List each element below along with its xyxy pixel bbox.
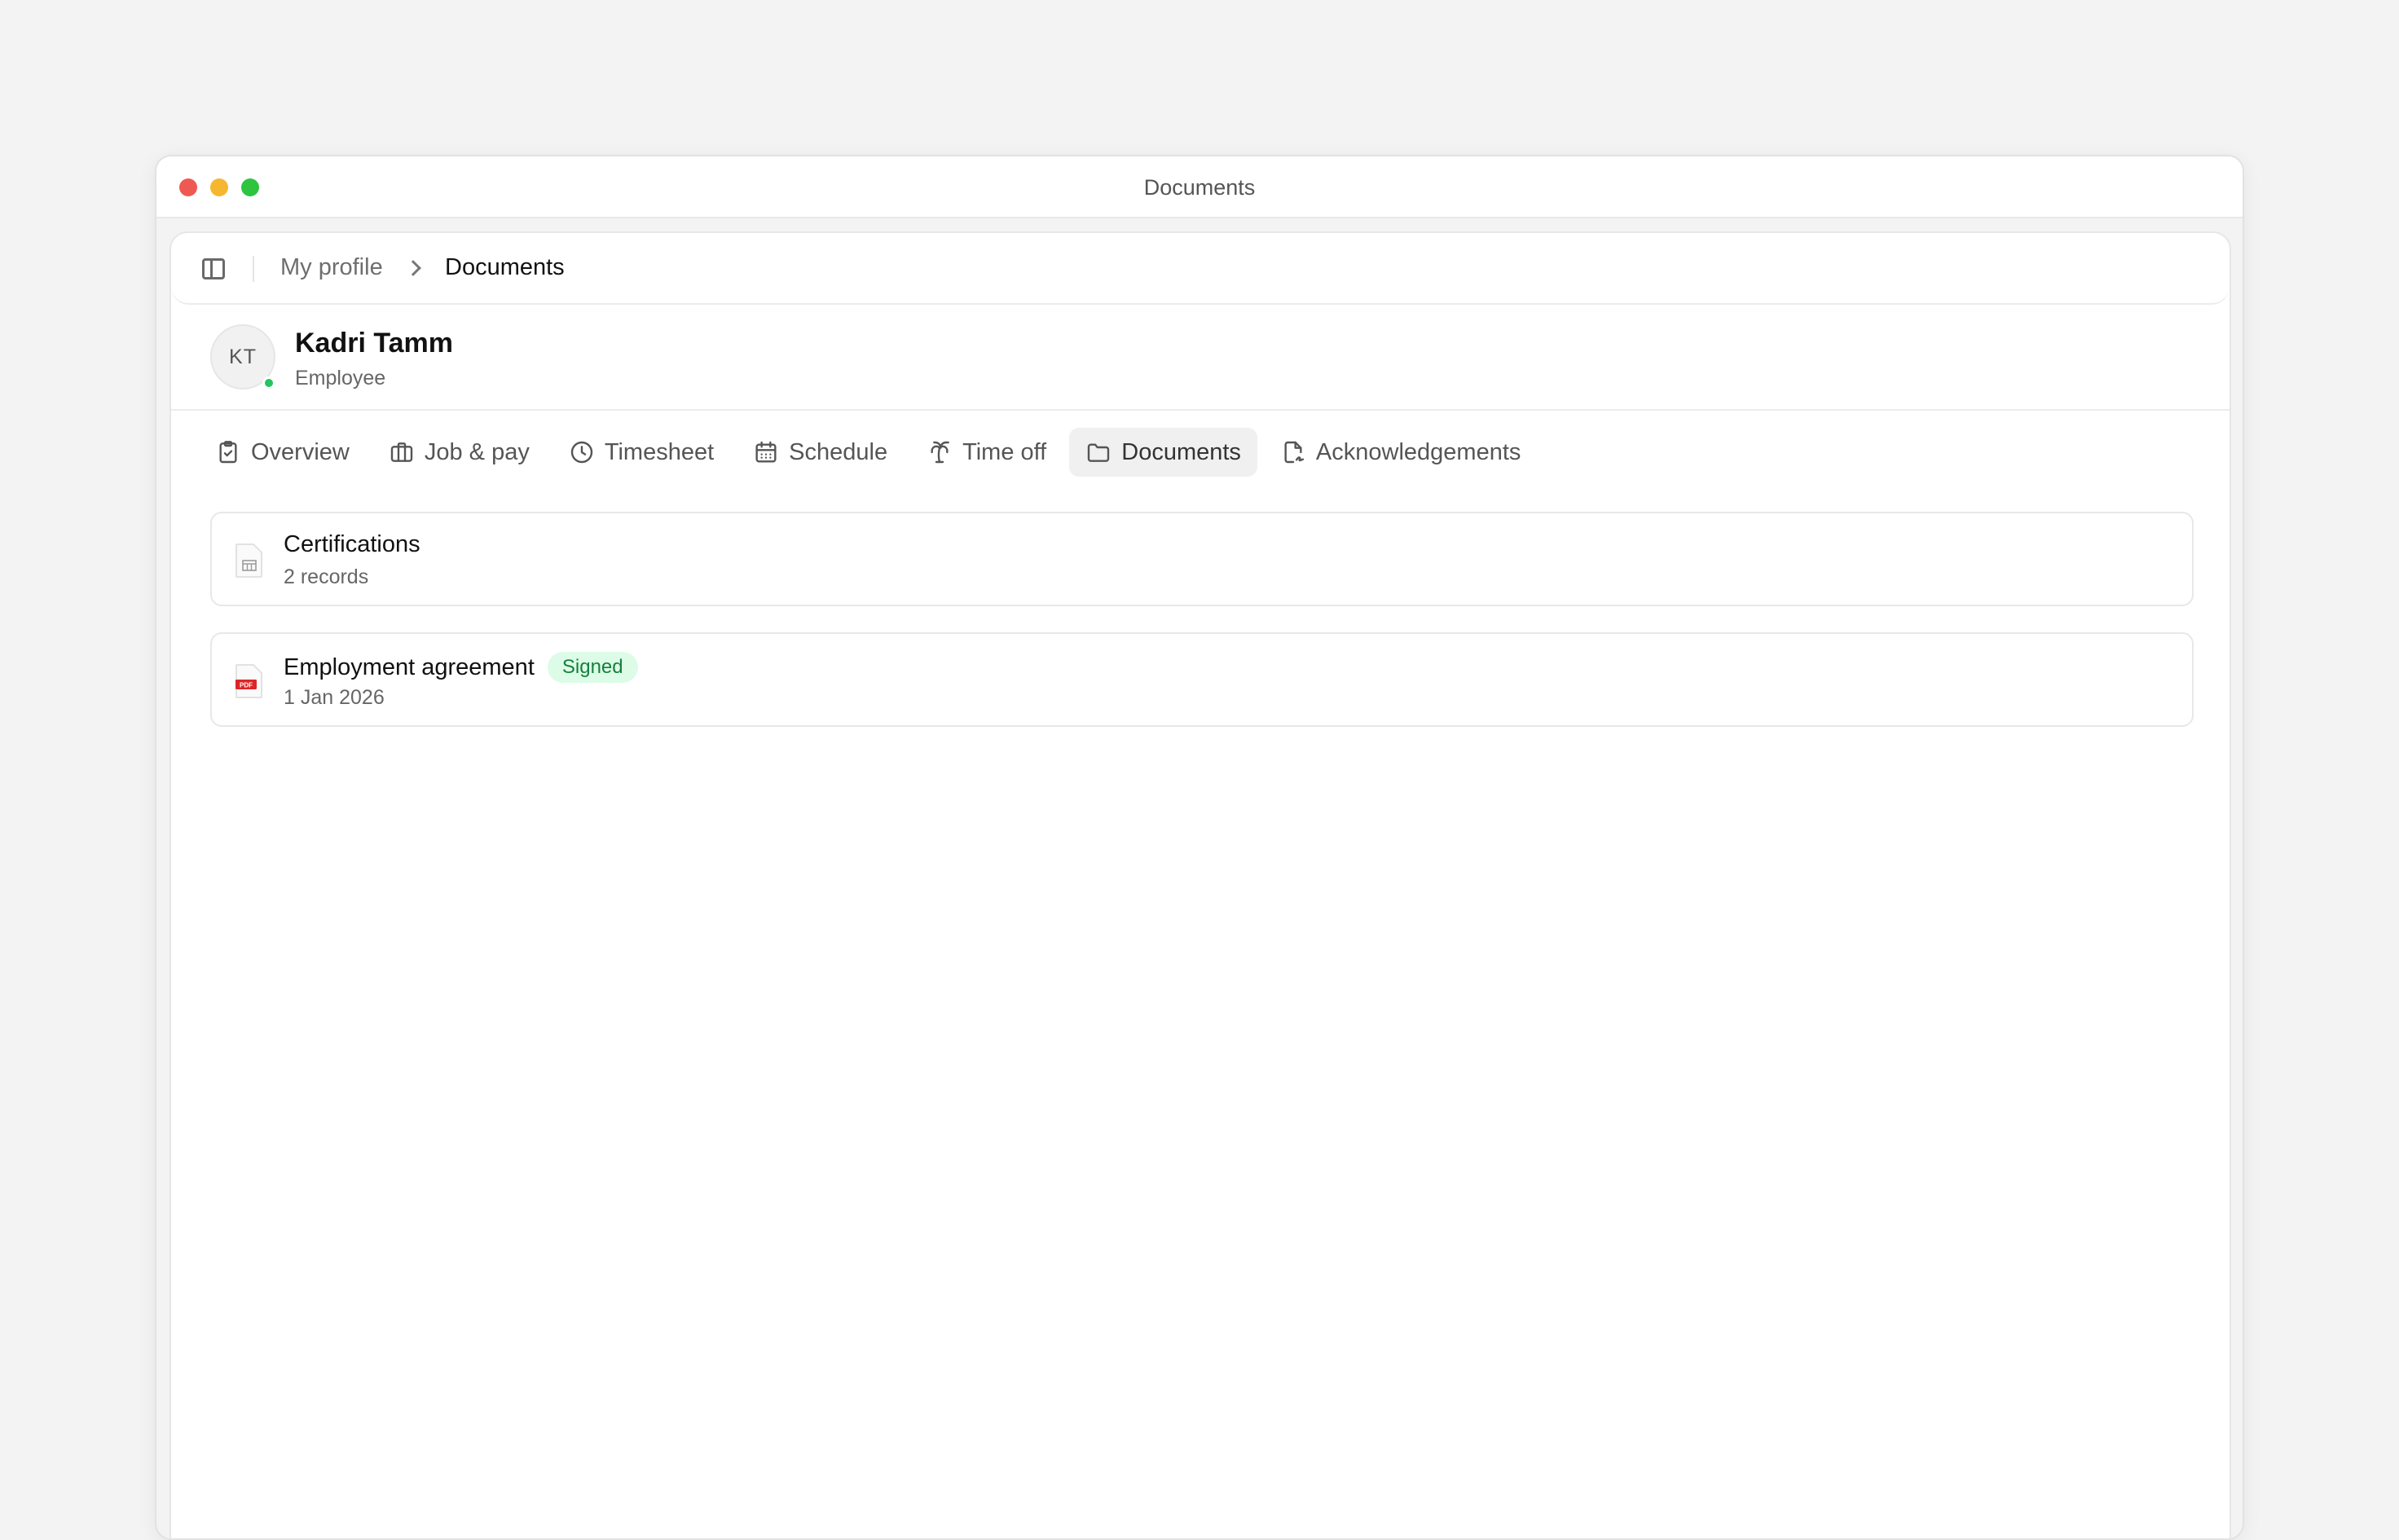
breadcrumb: My profile Documents bbox=[171, 233, 2230, 305]
tab-label: Overview bbox=[251, 438, 350, 465]
app-content: My profile Documents KT Kadri Tamm Emplo… bbox=[169, 231, 2231, 1538]
spreadsheet-file-icon bbox=[235, 543, 262, 578]
profile-name: Kadri Tamm bbox=[295, 328, 453, 359]
app-window: Documents My profile Documents KT Kadri … bbox=[155, 155, 2244, 1540]
folder-icon bbox=[1088, 443, 1110, 462]
window-title: Documents bbox=[1143, 175, 1256, 200]
document-title: Certifications bbox=[284, 531, 420, 558]
sidebar-toggle-icon[interactable] bbox=[202, 258, 225, 279]
clipboard-check-icon bbox=[219, 441, 237, 464]
briefcase-icon bbox=[390, 442, 413, 462]
document-item-certifications[interactable]: Certifications 2 records bbox=[210, 512, 2194, 606]
tab-job-and-pay[interactable]: Job & pay bbox=[372, 428, 546, 477]
clock-icon bbox=[570, 441, 593, 464]
tab-label: Job & pay bbox=[424, 438, 530, 465]
profile-role: Employee bbox=[295, 367, 386, 389]
tab-label: Timesheet bbox=[604, 438, 715, 465]
pdf-file-icon: PDF bbox=[235, 664, 262, 698]
document-subtitle: 2 records bbox=[284, 565, 369, 588]
document-title-text: Employment agreement bbox=[284, 653, 535, 680]
document-item-employment-agreement[interactable]: PDF Employment agreement Signed 1 Jan 20… bbox=[210, 632, 2194, 727]
breadcrumb-my-profile-link[interactable]: My profile bbox=[280, 254, 383, 281]
tab-label: Schedule bbox=[789, 438, 888, 465]
file-signature-icon bbox=[1284, 441, 1305, 464]
tab-time-off[interactable]: Time off bbox=[910, 428, 1063, 477]
calendar-icon bbox=[755, 441, 777, 463]
status-badge: Signed bbox=[547, 652, 638, 683]
pdf-file-label: PDF bbox=[240, 681, 253, 689]
tab-label: Acknowledgements bbox=[1315, 438, 1521, 465]
profile-tabs: Overview Job & pay Timesheet Schedule Ti… bbox=[199, 427, 1537, 477]
title-bar: Documents bbox=[156, 156, 2243, 218]
divider bbox=[253, 256, 254, 282]
document-title-text: Certifications bbox=[284, 531, 420, 557]
tab-acknowledgements[interactable]: Acknowledgements bbox=[1264, 428, 1537, 477]
tab-overview[interactable]: Overview bbox=[199, 428, 366, 477]
chevron-right-icon bbox=[405, 260, 421, 276]
tab-label: Time off bbox=[962, 438, 1047, 465]
online-status-indicator bbox=[262, 376, 275, 389]
document-title: Employment agreement Signed bbox=[284, 652, 638, 683]
tab-schedule[interactable]: Schedule bbox=[737, 428, 904, 477]
palm-tree-icon bbox=[931, 441, 949, 464]
profile-header: KT Kadri Tamm Employee bbox=[171, 305, 2230, 411]
tab-label: Documents bbox=[1121, 438, 1241, 465]
document-date: 1 Jan 2026 bbox=[284, 686, 385, 709]
breadcrumb-current: Documents bbox=[445, 254, 565, 280]
tab-documents[interactable]: Documents bbox=[1069, 428, 1257, 477]
tab-timesheet[interactable]: Timesheet bbox=[552, 428, 730, 477]
